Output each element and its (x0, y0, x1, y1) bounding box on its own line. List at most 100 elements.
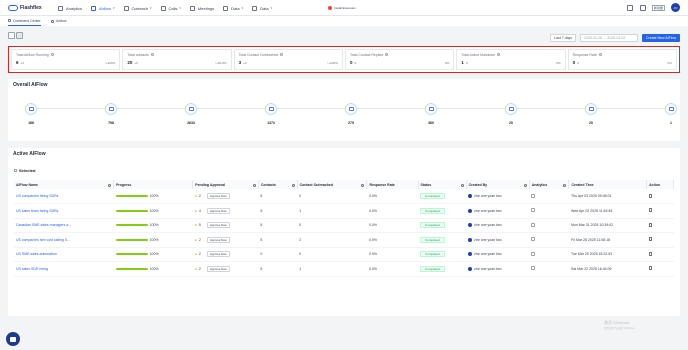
column-header[interactable]: Status (418, 180, 467, 189)
nav-item-airflow[interactable]: Airflow ▾ (91, 0, 115, 16)
creator-name: zhe one yuan two (474, 266, 502, 271)
search-icon[interactable] (252, 183, 256, 187)
created-time-cell: Mon Mar 31 2025 10:39:02 (568, 218, 647, 233)
analytics-icon[interactable] (531, 251, 536, 256)
overall-step[interactable]: 275 (344, 103, 358, 125)
column-header[interactable]: Progress (113, 180, 194, 189)
chat-widget-button[interactable] (6, 332, 20, 346)
selected-filter[interactable]: Selected (14, 168, 35, 173)
delete-icon[interactable] (648, 222, 652, 227)
new-feature-badge[interactable]: 新功能 (651, 4, 665, 11)
delete-icon[interactable] (648, 237, 652, 242)
stat-percent: ↑+81.8% (214, 61, 227, 65)
approve-now-button[interactable]: Approve Now (206, 265, 230, 272)
creator: zhe one yuan two (468, 252, 527, 257)
info-icon[interactable] (50, 53, 54, 56)
user-avatar[interactable]: JO (671, 3, 680, 12)
delete-icon[interactable] (648, 208, 652, 213)
approve-now-button[interactable]: Approve Now (206, 251, 230, 258)
aiflow-name-link[interactable]: US sales SDR hiring (14, 261, 114, 277)
nav-item-analytics[interactable]: Analytics (58, 0, 82, 16)
search-icon[interactable] (563, 183, 567, 187)
search-icon[interactable] (361, 183, 365, 187)
info-icon[interactable] (280, 53, 284, 56)
aiflow-name-link[interactable]: US companies hiring SDRs (14, 189, 114, 204)
info-icon[interactable] (598, 53, 602, 56)
stat-label: Total Contact Replied (350, 53, 449, 57)
aiflow-name-link[interactable]: US sales team hiring SDRs (14, 203, 114, 219)
approve-now-button[interactable]: Approve Now (206, 193, 230, 199)
table-row[interactable]: US companies hiring SDRs 100% ● 2 Approve No… (14, 189, 674, 204)
nav-item-calls[interactable]: Calls ▾ (160, 0, 181, 16)
user-view-icon[interactable] (16, 32, 23, 39)
settings-icon[interactable] (626, 4, 633, 11)
search-icon[interactable] (108, 183, 112, 187)
tab-unibox[interactable]: Unibox (50, 16, 67, 26)
step-glyph-icon (188, 107, 194, 111)
column-header[interactable]: Created Time (568, 180, 648, 189)
delete-icon[interactable] (648, 266, 652, 271)
aiflow-name-link[interactable]: Canadian SME sales managers a... (14, 218, 114, 233)
table-row[interactable]: Canadian SME sales managers a... 100% ● 5 Ap… (14, 218, 674, 233)
aiflow-name-link[interactable]: US companies hire cold calling S... (14, 232, 114, 248)
analytics-icon[interactable] (531, 266, 536, 271)
overall-step[interactable]: 186 (24, 103, 38, 125)
approve-now-button[interactable]: Approve Now (206, 222, 230, 229)
stat-label: Total contacts (127, 53, 226, 57)
info-icon[interactable] (385, 53, 389, 56)
overall-step[interactable]: 1 (664, 103, 678, 125)
delete-icon[interactable] (648, 193, 652, 198)
search-icon[interactable] (460, 183, 464, 187)
nav-item-data[interactable]: Data ▾ (223, 0, 243, 16)
table-row[interactable]: US sales team hiring SDRs 100% ● 4 Approve N… (14, 203, 674, 219)
column-header[interactable]: Pending Approval (192, 180, 259, 189)
created-by-cell: zhe one yuan two (466, 218, 530, 233)
analytics-icon[interactable] (531, 208, 536, 213)
column-header[interactable]: Created By (466, 180, 530, 189)
analytics-icon[interactable] (531, 222, 536, 227)
tab-command-center[interactable]: Command Center (8, 16, 41, 26)
approve-now-button[interactable]: Approve Now (206, 236, 230, 243)
nav-item-meetings[interactable]: Meetings (189, 0, 214, 16)
select-all-checkbox[interactable] (14, 169, 17, 172)
column-header[interactable]: Contacts (258, 180, 298, 189)
overall-step[interactable]: 1373 (264, 103, 278, 125)
column-header[interactable]: Contact Outreached (297, 180, 368, 189)
range-select[interactable]: Last 7 days (550, 34, 577, 42)
stat-card: Total contacts 20 +9 ↑+81.8% (122, 49, 232, 70)
overall-step[interactable]: 2633 (184, 103, 198, 125)
nav-item-data[interactable]: Data ▾ (252, 0, 272, 16)
table-row[interactable]: US sales SDR hiring 100% ● 2 Approve Now 5 1 0.… (14, 261, 674, 277)
overall-step[interactable]: 798 (104, 103, 118, 125)
info-icon[interactable] (496, 53, 500, 56)
overall-step[interactable]: 360 (424, 103, 438, 125)
install-extension-link[interactable]: Install Extension (328, 6, 356, 10)
overall-step[interactable]: 20 (504, 103, 518, 125)
approve-now-button[interactable]: Approve Now (206, 207, 230, 214)
create-aiflow-button[interactable]: Create New AIFlow (642, 34, 680, 42)
analytics-icon[interactable] (531, 193, 536, 198)
nav-item-outreach[interactable]: Outreach ▾ (123, 0, 152, 16)
delete-icon[interactable] (648, 251, 652, 256)
info-icon[interactable] (150, 53, 154, 56)
table-row[interactable]: US companies hire cold calling S... 100% ●… (14, 232, 674, 248)
list-view-icon[interactable] (8, 32, 15, 39)
analytics-icon[interactable] (531, 237, 536, 242)
column-header[interactable]: Action (646, 180, 674, 189)
notification-icon[interactable] (639, 4, 646, 11)
aiflow-name-link[interactable]: US SME sales automation (14, 247, 114, 262)
table-row[interactable]: US SME sales automation 100% ● 2 Approve Now… (14, 247, 674, 262)
column-header[interactable]: Analytics (529, 180, 570, 189)
app-logo[interactable]: Flashflex (8, 4, 53, 11)
overall-step[interactable]: 20 (584, 103, 598, 125)
column-header[interactable]: AIFlow Name (14, 180, 115, 189)
search-icon[interactable] (523, 183, 527, 187)
creator-avatar (468, 266, 473, 271)
contacts-cell: 5 (258, 218, 298, 233)
search-icon[interactable] (291, 183, 295, 187)
created-time-cell: Fri Mar 28 2025 11:08:18 (568, 232, 647, 248)
pending-cell: ● 2 Approve Now (192, 189, 259, 204)
column-header[interactable]: Response Rate (366, 180, 419, 189)
date-range-picker[interactable]: 2025-03-26 → 2025-04-02 (580, 34, 639, 42)
stat-delta: +4 (20, 61, 24, 65)
